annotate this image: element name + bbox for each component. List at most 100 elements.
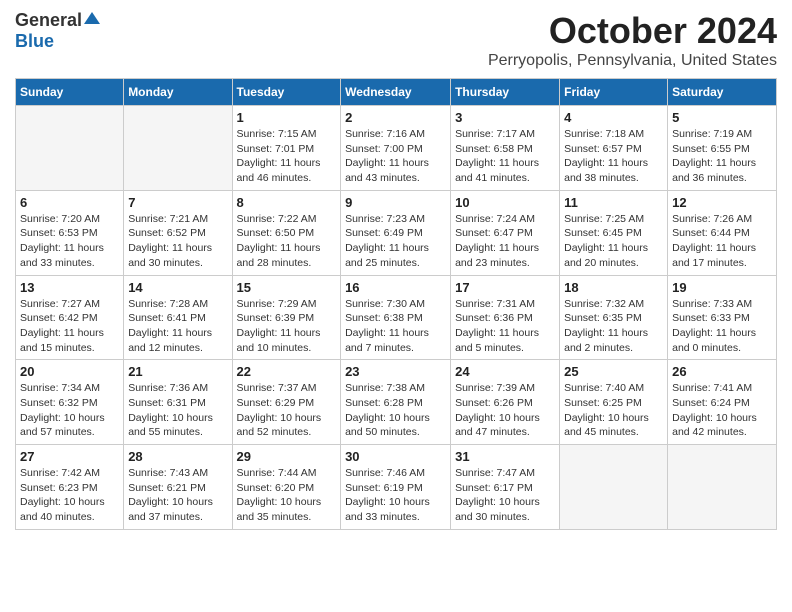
calendar-cell: 30 Sunrise: 7:46 AM Sunset: 6:19 PM Dayl…: [341, 445, 451, 530]
logo-blue-text: Blue: [15, 31, 54, 51]
day-number: 18: [564, 280, 663, 295]
day-number: 21: [128, 364, 227, 379]
day-number: 11: [564, 195, 663, 210]
calendar-cell: 29 Sunrise: 7:44 AM Sunset: 6:20 PM Dayl…: [232, 445, 341, 530]
calendar-cell: 3 Sunrise: 7:17 AM Sunset: 6:58 PM Dayli…: [451, 106, 560, 191]
calendar-cell: 22 Sunrise: 7:37 AM Sunset: 6:29 PM Dayl…: [232, 360, 341, 445]
day-number: 13: [20, 280, 119, 295]
day-info: Sunrise: 7:23 AM Sunset: 6:49 PM Dayligh…: [345, 212, 446, 271]
calendar-cell: 13 Sunrise: 7:27 AM Sunset: 6:42 PM Dayl…: [16, 275, 124, 360]
day-info: Sunrise: 7:22 AM Sunset: 6:50 PM Dayligh…: [237, 212, 337, 271]
header-row: SundayMondayTuesdayWednesdayThursdayFrid…: [16, 79, 777, 106]
day-number: 10: [455, 195, 555, 210]
day-info: Sunrise: 7:30 AM Sunset: 6:38 PM Dayligh…: [345, 297, 446, 356]
calendar-week: 27 Sunrise: 7:42 AM Sunset: 6:23 PM Dayl…: [16, 445, 777, 530]
calendar-cell: 5 Sunrise: 7:19 AM Sunset: 6:55 PM Dayli…: [668, 106, 777, 191]
calendar-cell: 10 Sunrise: 7:24 AM Sunset: 6:47 PM Dayl…: [451, 190, 560, 275]
calendar-cell: 16 Sunrise: 7:30 AM Sunset: 6:38 PM Dayl…: [341, 275, 451, 360]
day-number: 2: [345, 110, 446, 125]
day-number: 19: [672, 280, 772, 295]
day-info: Sunrise: 7:32 AM Sunset: 6:35 PM Dayligh…: [564, 297, 663, 356]
calendar-cell: 28 Sunrise: 7:43 AM Sunset: 6:21 PM Dayl…: [124, 445, 232, 530]
calendar-cell: 27 Sunrise: 7:42 AM Sunset: 6:23 PM Dayl…: [16, 445, 124, 530]
day-info: Sunrise: 7:15 AM Sunset: 7:01 PM Dayligh…: [237, 127, 337, 186]
logo: General Blue: [15, 10, 100, 52]
day-info: Sunrise: 7:27 AM Sunset: 6:42 PM Dayligh…: [20, 297, 119, 356]
calendar-cell: 4 Sunrise: 7:18 AM Sunset: 6:57 PM Dayli…: [560, 106, 668, 191]
calendar-cell: [124, 106, 232, 191]
day-info: Sunrise: 7:31 AM Sunset: 6:36 PM Dayligh…: [455, 297, 555, 356]
calendar-cell: 8 Sunrise: 7:22 AM Sunset: 6:50 PM Dayli…: [232, 190, 341, 275]
day-info: Sunrise: 7:26 AM Sunset: 6:44 PM Dayligh…: [672, 212, 772, 271]
day-number: 8: [237, 195, 337, 210]
day-number: 4: [564, 110, 663, 125]
calendar-cell: 19 Sunrise: 7:33 AM Sunset: 6:33 PM Dayl…: [668, 275, 777, 360]
month-title: October 2024: [488, 10, 777, 52]
day-info: Sunrise: 7:21 AM Sunset: 6:52 PM Dayligh…: [128, 212, 227, 271]
calendar-cell: 18 Sunrise: 7:32 AM Sunset: 6:35 PM Dayl…: [560, 275, 668, 360]
day-number: 23: [345, 364, 446, 379]
day-number: 5: [672, 110, 772, 125]
calendar-cell: [560, 445, 668, 530]
day-number: 12: [672, 195, 772, 210]
weekday-header: Tuesday: [232, 79, 341, 106]
calendar-week: 1 Sunrise: 7:15 AM Sunset: 7:01 PM Dayli…: [16, 106, 777, 191]
day-number: 22: [237, 364, 337, 379]
day-info: Sunrise: 7:17 AM Sunset: 6:58 PM Dayligh…: [455, 127, 555, 186]
calendar-cell: 24 Sunrise: 7:39 AM Sunset: 6:26 PM Dayl…: [451, 360, 560, 445]
day-info: Sunrise: 7:24 AM Sunset: 6:47 PM Dayligh…: [455, 212, 555, 271]
calendar-cell: 6 Sunrise: 7:20 AM Sunset: 6:53 PM Dayli…: [16, 190, 124, 275]
calendar-cell: 26 Sunrise: 7:41 AM Sunset: 6:24 PM Dayl…: [668, 360, 777, 445]
day-info: Sunrise: 7:18 AM Sunset: 6:57 PM Dayligh…: [564, 127, 663, 186]
weekday-header: Saturday: [668, 79, 777, 106]
weekday-header: Monday: [124, 79, 232, 106]
day-info: Sunrise: 7:43 AM Sunset: 6:21 PM Dayligh…: [128, 466, 227, 525]
day-number: 15: [237, 280, 337, 295]
weekday-header: Thursday: [451, 79, 560, 106]
day-number: 6: [20, 195, 119, 210]
calendar-cell: 20 Sunrise: 7:34 AM Sunset: 6:32 PM Dayl…: [16, 360, 124, 445]
day-number: 7: [128, 195, 227, 210]
day-number: 3: [455, 110, 555, 125]
logo-general-text: General: [15, 10, 82, 31]
calendar-cell: 23 Sunrise: 7:38 AM Sunset: 6:28 PM Dayl…: [341, 360, 451, 445]
calendar-cell: 21 Sunrise: 7:36 AM Sunset: 6:31 PM Dayl…: [124, 360, 232, 445]
weekday-header: Sunday: [16, 79, 124, 106]
day-number: 30: [345, 449, 446, 464]
day-info: Sunrise: 7:28 AM Sunset: 6:41 PM Dayligh…: [128, 297, 227, 356]
day-number: 14: [128, 280, 227, 295]
day-info: Sunrise: 7:33 AM Sunset: 6:33 PM Dayligh…: [672, 297, 772, 356]
calendar-cell: [16, 106, 124, 191]
calendar-cell: 15 Sunrise: 7:29 AM Sunset: 6:39 PM Dayl…: [232, 275, 341, 360]
calendar-cell: 14 Sunrise: 7:28 AM Sunset: 6:41 PM Dayl…: [124, 275, 232, 360]
calendar-cell: 25 Sunrise: 7:40 AM Sunset: 6:25 PM Dayl…: [560, 360, 668, 445]
calendar-cell: 7 Sunrise: 7:21 AM Sunset: 6:52 PM Dayli…: [124, 190, 232, 275]
day-number: 24: [455, 364, 555, 379]
calendar-cell: 17 Sunrise: 7:31 AM Sunset: 6:36 PM Dayl…: [451, 275, 560, 360]
day-info: Sunrise: 7:42 AM Sunset: 6:23 PM Dayligh…: [20, 466, 119, 525]
day-info: Sunrise: 7:44 AM Sunset: 6:20 PM Dayligh…: [237, 466, 337, 525]
day-number: 31: [455, 449, 555, 464]
day-info: Sunrise: 7:39 AM Sunset: 6:26 PM Dayligh…: [455, 381, 555, 440]
day-number: 29: [237, 449, 337, 464]
calendar-week: 6 Sunrise: 7:20 AM Sunset: 6:53 PM Dayli…: [16, 190, 777, 275]
day-info: Sunrise: 7:41 AM Sunset: 6:24 PM Dayligh…: [672, 381, 772, 440]
day-info: Sunrise: 7:38 AM Sunset: 6:28 PM Dayligh…: [345, 381, 446, 440]
day-number: 9: [345, 195, 446, 210]
calendar-cell: 12 Sunrise: 7:26 AM Sunset: 6:44 PM Dayl…: [668, 190, 777, 275]
day-info: Sunrise: 7:29 AM Sunset: 6:39 PM Dayligh…: [237, 297, 337, 356]
day-number: 28: [128, 449, 227, 464]
day-number: 26: [672, 364, 772, 379]
day-number: 16: [345, 280, 446, 295]
day-info: Sunrise: 7:46 AM Sunset: 6:19 PM Dayligh…: [345, 466, 446, 525]
day-number: 27: [20, 449, 119, 464]
calendar-week: 13 Sunrise: 7:27 AM Sunset: 6:42 PM Dayl…: [16, 275, 777, 360]
title-section: October 2024 Perryopolis, Pennsylvania, …: [488, 10, 777, 70]
calendar-cell: 9 Sunrise: 7:23 AM Sunset: 6:49 PM Dayli…: [341, 190, 451, 275]
calendar-cell: 31 Sunrise: 7:47 AM Sunset: 6:17 PM Dayl…: [451, 445, 560, 530]
calendar-week: 20 Sunrise: 7:34 AM Sunset: 6:32 PM Dayl…: [16, 360, 777, 445]
calendar-cell: 11 Sunrise: 7:25 AM Sunset: 6:45 PM Dayl…: [560, 190, 668, 275]
day-number: 25: [564, 364, 663, 379]
location: Perryopolis, Pennsylvania, United States: [488, 52, 777, 70]
day-number: 17: [455, 280, 555, 295]
